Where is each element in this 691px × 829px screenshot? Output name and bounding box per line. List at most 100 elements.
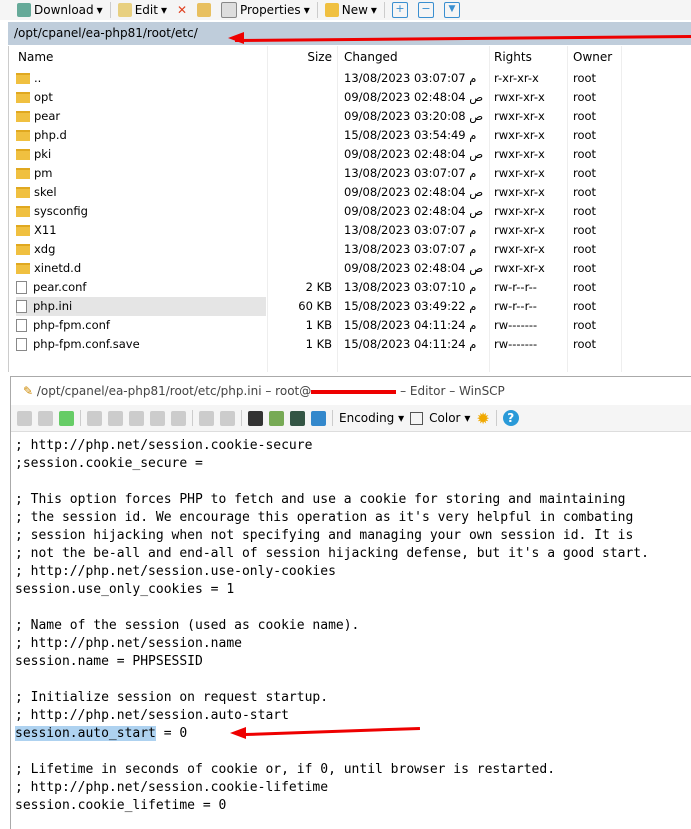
annotation-arrowhead: [228, 32, 244, 44]
file-changed: 09/08/2023 03:20:08 ص: [344, 109, 484, 123]
file-rights: rw-------: [494, 337, 538, 351]
path-bar[interactable]: /opt/cpanel/ea-php81/root/etc/: [8, 22, 691, 45]
editor-window: ✎ /opt/cpanel/ea-php81/root/etc/php.ini …: [10, 376, 691, 829]
redo-icon[interactable]: [220, 410, 235, 426]
file-row[interactable]: skel 09/08/2023 02:48:04 ص rwxr-xr-x roo…: [9, 183, 691, 202]
undo-icon[interactable]: [199, 410, 214, 426]
file-changed: 09/08/2023 02:48:04 ص: [344, 185, 484, 199]
code-line: ; the session id. We encourage this oper…: [15, 510, 634, 525]
file-row[interactable]: pear.conf 2 KB 13/08/2023 03:07:10 م rw-…: [9, 278, 691, 297]
code-line: ;session.cookie_secure =: [15, 456, 203, 471]
plus-icon: +: [391, 2, 408, 18]
rename-icon: [197, 3, 212, 17]
editor-title: ✎ /opt/cpanel/ea-php81/root/etc/php.ini …: [23, 384, 505, 398]
divider: [383, 2, 385, 18]
file-changed: 09/08/2023 02:48:04 ص: [344, 261, 484, 275]
color-checkbox[interactable]: [410, 411, 424, 425]
unselect-button[interactable]: −: [415, 2, 437, 18]
file-row[interactable]: php.d 15/08/2023 03:54:49 م rwxr-xr-x ro…: [9, 126, 691, 145]
file-rights: rwxr-xr-x: [494, 223, 545, 237]
edit-button[interactable]: Edit ▾: [115, 3, 170, 17]
file-row[interactable]: php.ini 60 KB 15/08/2023 03:49:22 م rw-r…: [9, 297, 691, 316]
file-changed: 13/08/2023 03:07:07 م: [344, 223, 477, 237]
code-line: ; http://php.net/session.cookie-secure: [15, 438, 313, 453]
file-row[interactable]: pki 09/08/2023 02:48:04 ص rwxr-xr-x root: [9, 145, 691, 164]
file-row[interactable]: xinetd.d 09/08/2023 02:48:04 ص rwxr-xr-x…: [9, 259, 691, 278]
file-changed: 15/08/2023 04:11:24 م: [344, 318, 477, 332]
goto-line-icon[interactable]: [311, 410, 326, 426]
column-rights[interactable]: Rights: [494, 46, 532, 68]
download-icon: [17, 3, 31, 17]
file-size: 1 KB: [305, 337, 332, 351]
filter-icon: ▼: [443, 2, 460, 18]
file-changed: 15/08/2023 04:11:24 م: [344, 337, 477, 351]
select-all-icon[interactable]: [171, 410, 186, 426]
properties-button[interactable]: Properties ▾: [218, 2, 313, 18]
editor-text-area[interactable]: ; http://php.net/session.cookie-secure ;s…: [15, 437, 649, 815]
paste-icon[interactable]: [129, 410, 144, 426]
file-changed: 09/08/2023 02:48:04 ص: [344, 90, 484, 104]
code-line: ; http://php.net/session.auto-start: [15, 708, 289, 723]
edit-icon: [117, 3, 132, 17]
code-line: session.auto_start = 0: [15, 726, 188, 741]
settings-gear-icon[interactable]: ✹: [476, 409, 489, 428]
file-changed: 13/08/2023 03:07:10 م: [344, 280, 477, 294]
editor-toolbar: Encoding ▾ Color ▾ ✹ ?: [11, 405, 691, 432]
file-owner: root: [573, 318, 597, 332]
find-next-icon[interactable]: [290, 410, 305, 426]
column-name[interactable]: Name: [18, 46, 53, 68]
select-button[interactable]: +: [389, 2, 411, 18]
parent-folder-icon: [16, 73, 30, 84]
file-row[interactable]: opt 09/08/2023 02:48:04 ص rwxr-xr-x root: [9, 88, 691, 107]
minus-icon: −: [417, 2, 434, 18]
file-owner: root: [573, 109, 597, 123]
reload-icon[interactable]: [59, 410, 74, 426]
delete-button[interactable]: ✕: [174, 3, 190, 17]
help-icon[interactable]: ?: [502, 410, 519, 426]
column-size[interactable]: Size: [269, 46, 332, 68]
save-icon[interactable]: [17, 410, 32, 426]
file-owner: root: [573, 280, 597, 294]
delete-icon[interactable]: [150, 410, 165, 426]
color-button[interactable]: Color ▾: [429, 411, 470, 425]
code-line: session.use_only_cookies = 1: [15, 582, 235, 597]
save-all-icon[interactable]: [38, 410, 53, 426]
file-row[interactable]: php-fpm.conf 1 KB 15/08/2023 04:11:24 م …: [9, 316, 691, 335]
file-owner: root: [573, 71, 597, 85]
file-rights: rwxr-xr-x: [494, 128, 545, 142]
file-rights: rwxr-xr-x: [494, 185, 545, 199]
find-icon[interactable]: [248, 410, 263, 426]
file-rights: rwxr-xr-x: [494, 90, 545, 104]
file-row[interactable]: pear 09/08/2023 03:20:08 ص rwxr-xr-x roo…: [9, 107, 691, 126]
file-row[interactable]: .. 13/08/2023 03:07:07 م r-xr-xr-x root: [9, 69, 691, 88]
file-rights: rw-r--r--: [494, 299, 537, 313]
code-line: ; session hijacking when not specifying …: [15, 528, 634, 543]
column-changed[interactable]: Changed: [344, 46, 398, 68]
filter-button[interactable]: ▼: [441, 2, 463, 18]
rename-button[interactable]: [194, 3, 214, 17]
file-owner: root: [573, 185, 597, 199]
redaction-mark: [311, 389, 397, 394]
new-button[interactable]: New ▾: [322, 3, 380, 17]
file-row[interactable]: php-fpm.conf.save 1 KB 15/08/2023 04:11:…: [9, 335, 691, 354]
cut-icon[interactable]: [108, 410, 123, 426]
file-changed: 13/08/2023 03:07:07 م: [344, 166, 477, 180]
download-button[interactable]: Download ▾: [14, 3, 106, 17]
replace-icon[interactable]: [269, 410, 284, 426]
file-row[interactable]: X11 13/08/2023 03:07:07 م rwxr-xr-x root: [9, 221, 691, 240]
file-row[interactable]: sysconfig 09/08/2023 02:48:04 ص rwxr-xr-…: [9, 202, 691, 221]
main-toolbar: Download ▾ Edit ▾ ✕ Properties ▾ New ▾ +…: [0, 0, 691, 20]
file-size: 60 KB: [298, 299, 332, 313]
column-owner[interactable]: Owner: [573, 46, 612, 68]
file-size: 2 KB: [305, 280, 332, 294]
file-row[interactable]: pm 13/08/2023 03:07:07 م rwxr-xr-x root: [9, 164, 691, 183]
file-row[interactable]: xdg 13/08/2023 03:07:07 م rwxr-xr-x root: [9, 240, 691, 259]
folder-icon: [16, 187, 30, 198]
file-rights: rwxr-xr-x: [494, 204, 545, 218]
file-changed: 09/08/2023 02:48:04 ص: [344, 147, 484, 161]
copy-icon[interactable]: [87, 410, 102, 426]
file-icon: [16, 319, 27, 332]
encoding-button[interactable]: Encoding ▾: [339, 411, 404, 425]
folder-icon: [16, 111, 30, 122]
